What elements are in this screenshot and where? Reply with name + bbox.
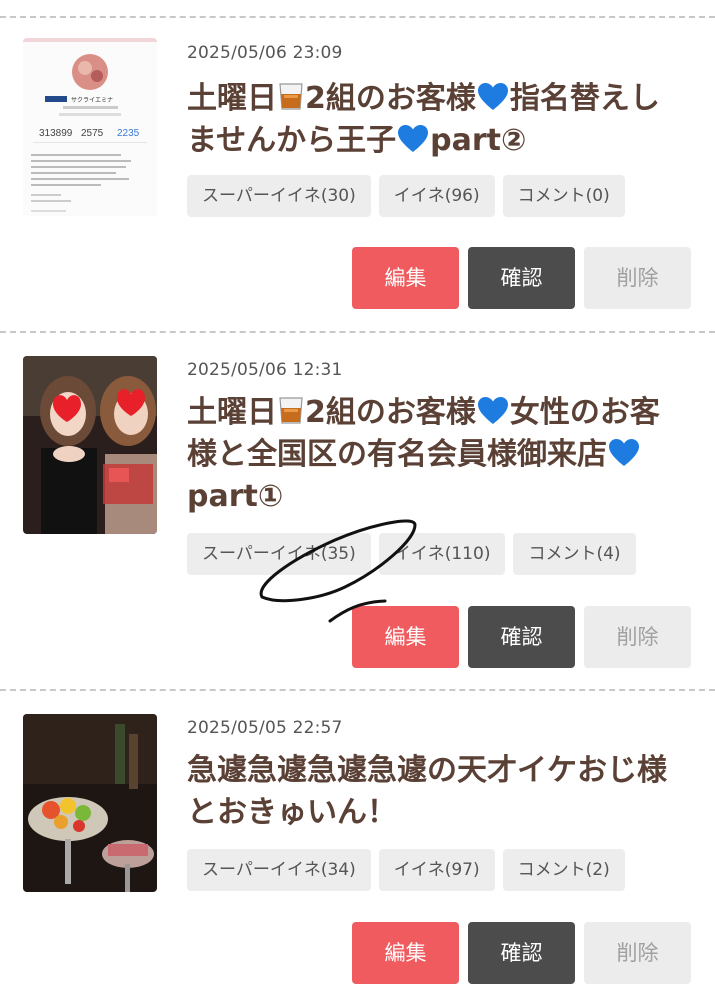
- fruit-platter-photo-image: [23, 714, 157, 892]
- divider-top: [0, 16, 715, 18]
- comment-tag[interactable]: コメント(2): [502, 849, 625, 891]
- title-text: 2組のお客様: [305, 395, 476, 430]
- reaction-tags: スーパーイイネ(35) イイネ(110) コメント(4): [187, 533, 636, 575]
- post-actions: 編集 確認 削除: [352, 247, 691, 309]
- post-thumbnail[interactable]: [23, 356, 157, 534]
- like-tag[interactable]: イイネ(96): [378, 175, 495, 217]
- post-thumbnail[interactable]: サクライエミナ 313899 2575 2235: [23, 38, 157, 216]
- post-date: 2025/05/06 23:09: [187, 43, 343, 63]
- post-actions: 編集 確認 削除: [352, 922, 691, 984]
- post-actions: 編集 確認 削除: [352, 606, 691, 668]
- title-text: part①: [187, 479, 284, 514]
- post-date: 2025/05/05 22:57: [187, 718, 343, 738]
- super-like-tag[interactable]: スーパーイイネ(30): [187, 175, 371, 217]
- delete-button[interactable]: 削除: [584, 606, 691, 668]
- two-women-photo-image: [23, 356, 157, 534]
- blue-heart-icon: [609, 439, 639, 466]
- reaction-tags: スーパーイイネ(34) イイネ(97) コメント(2): [187, 849, 625, 891]
- confirm-button[interactable]: 確認: [468, 606, 575, 668]
- delete-button[interactable]: 削除: [584, 922, 691, 984]
- comment-tag[interactable]: コメント(0): [502, 175, 625, 217]
- confirm-button[interactable]: 確認: [468, 247, 575, 309]
- title-text: 2組のお客様: [305, 81, 476, 116]
- like-tag[interactable]: イイネ(97): [378, 849, 495, 891]
- blue-heart-icon: [477, 83, 508, 110]
- confirm-button[interactable]: 確認: [468, 922, 575, 984]
- thumb-stat-1: 313899: [39, 128, 73, 139]
- super-like-tag[interactable]: スーパーイイネ(34): [187, 849, 371, 891]
- whiskey-glass-icon: [279, 83, 303, 110]
- thumb-name-text: サクライエミナ: [71, 97, 113, 104]
- like-tag[interactable]: イイネ(110): [378, 533, 506, 575]
- edit-button[interactable]: 編集: [352, 247, 459, 309]
- whiskey-glass-icon: [279, 397, 303, 424]
- comment-tag[interactable]: コメント(4): [513, 533, 636, 575]
- profile-screenshot-image: サクライエミナ 313899 2575 2235: [23, 38, 157, 216]
- super-like-tag[interactable]: スーパーイイネ(35): [187, 533, 371, 575]
- edit-button[interactable]: 編集: [352, 606, 459, 668]
- post-date: 2025/05/06 12:31: [187, 360, 343, 380]
- blue-heart-icon: [477, 397, 508, 424]
- post-title[interactable]: 急遽急遽急遽急遽の天才イケおじ様とおきゅいん！: [187, 750, 682, 834]
- divider: [0, 331, 715, 333]
- reaction-tags: スーパーイイネ(30) イイネ(96) コメント(0): [187, 175, 625, 217]
- blue-heart-icon: [398, 125, 429, 152]
- thumb-stat-3: 2235: [117, 128, 140, 139]
- post-title[interactable]: 土曜日 2組のお客様 女性のお客様と全国区の有名会員様御来店 part①: [187, 392, 687, 518]
- thumb-stat-2: 2575: [81, 128, 104, 139]
- divider: [0, 689, 715, 691]
- post-title[interactable]: 土曜日 2組のお客様 指名替えしませんから王子 part②: [187, 78, 687, 162]
- title-text: part②: [430, 123, 527, 158]
- edit-button[interactable]: 編集: [352, 922, 459, 984]
- post-thumbnail[interactable]: [23, 714, 157, 892]
- title-text: 土曜日: [187, 81, 277, 116]
- title-text: 土曜日: [187, 395, 277, 430]
- delete-button[interactable]: 削除: [584, 247, 691, 309]
